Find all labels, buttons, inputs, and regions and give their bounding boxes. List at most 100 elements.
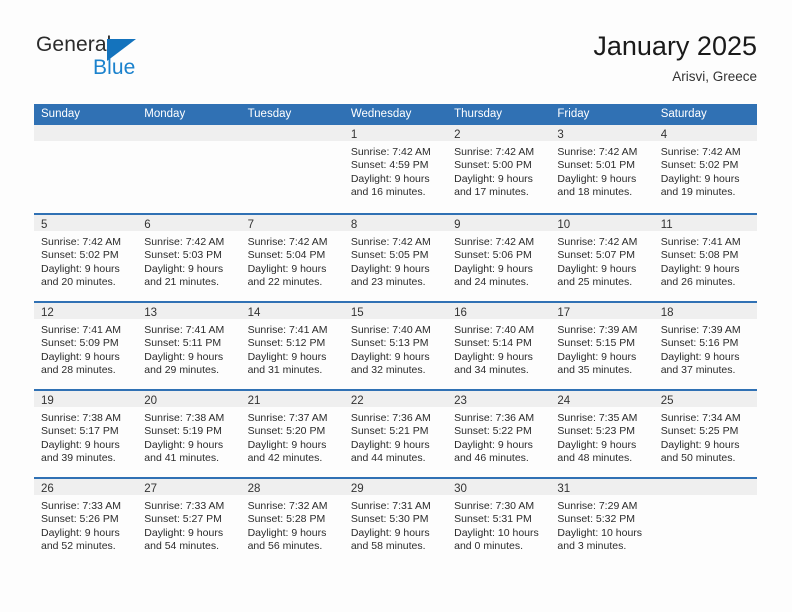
calendar-day-cell[interactable]: 10 Sunrise: 7:42 AM Sunset: 5:07 PM Dayligh… [550, 215, 654, 301]
calendar-day-cell-empty [137, 125, 241, 213]
calendar-day-cell[interactable]: 28 Sunrise: 7:32 AM Sunset: 5:28 PM Dayligh… [240, 479, 344, 565]
day-number-band: 17 [550, 303, 654, 319]
calendar-day-cell[interactable]: 13 Sunrise: 7:41 AM Sunset: 5:11 PM Dayligh… [137, 303, 241, 389]
day-details: Sunrise: 7:30 AM Sunset: 5:31 PM Daylight:… [447, 495, 550, 554]
day-number-band: 29 [343, 479, 448, 495]
page-subtitle-location: Arisvi, Greece [672, 69, 757, 84]
day-number: 11 [660, 219, 673, 231]
calendar-day-cell[interactable]: 20 Sunrise: 7:38 AM Sunset: 5:19 PM Dayligh… [137, 391, 241, 477]
day-number-band: 13 [137, 303, 241, 319]
calendar-day-cell[interactable]: 30 Sunrise: 7:30 AM Sunset: 5:31 PM Dayligh… [447, 479, 551, 565]
calendar-day-cell[interactable]: 5 Sunrise: 7:42 AM Sunset: 5:02 PM Daylight… [34, 215, 138, 301]
daylight-text: Daylight: 9 hours [454, 438, 533, 451]
sunset-text: Sunset: 5:15 PM [557, 337, 636, 350]
sunset-text: Sunset: 5:16 PM [660, 337, 739, 350]
sunrise-text: Sunrise: 7:33 AM [144, 500, 225, 512]
calendar-day-cell[interactable]: 15 Sunrise: 7:40 AM Sunset: 5:13 PM Dayligh… [343, 303, 448, 389]
calendar-day-cell[interactable]: 24 Sunrise: 7:35 AM Sunset: 5:23 PM Dayligh… [550, 391, 654, 477]
sunrise-text: Sunrise: 7:42 AM [41, 236, 121, 248]
day-details: Sunrise: 7:42 AM Sunset: 4:59 PM Daylight:… [344, 141, 447, 200]
sunrise-text: Sunrise: 7:31 AM [350, 500, 431, 512]
daylight-minutes-text: and 20 minutes. [41, 276, 116, 289]
day-number-band: 18 [653, 303, 757, 319]
calendar-day-cell[interactable]: 8 Sunrise: 7:42 AM Sunset: 5:05 PM Daylight… [343, 215, 448, 301]
sunrise-text: Sunrise: 7:42 AM [144, 236, 225, 248]
calendar-day-cell[interactable]: 12 Sunrise: 7:41 AM Sunset: 5:09 PM Dayligh… [34, 303, 138, 389]
day-number-band: 28 [240, 479, 344, 495]
calendar-day-cell[interactable]: 19 Sunrise: 7:38 AM Sunset: 5:17 PM Dayligh… [34, 391, 138, 477]
day-number: 5 [41, 219, 48, 231]
sunset-text: Sunset: 5:06 PM [454, 249, 532, 262]
sunset-text: Sunset: 5:31 PM [454, 513, 532, 526]
day-number-band: 5 [34, 215, 138, 231]
calendar-day-cell[interactable]: 9 Sunrise: 7:42 AM Sunset: 5:06 PM Daylight… [447, 215, 551, 301]
day-details: Sunrise: 7:42 AM Sunset: 5:05 PM Daylight:… [344, 231, 447, 290]
calendar-day-cell[interactable]: 3 Sunrise: 7:42 AM Sunset: 5:01 PM Daylight… [550, 125, 654, 213]
day-number: 19 [41, 395, 54, 407]
sunrise-text: Sunrise: 7:38 AM [41, 412, 121, 424]
day-number: 7 [247, 219, 254, 231]
daylight-text: Daylight: 9 hours [144, 262, 224, 275]
day-number-band: 11 [653, 215, 757, 231]
calendar-day-cell[interactable]: 16 Sunrise: 7:40 AM Sunset: 5:14 PM Dayligh… [447, 303, 551, 389]
daylight-minutes-text: and 19 minutes. [660, 186, 736, 199]
calendar-day-cell[interactable]: 6 Sunrise: 7:42 AM Sunset: 5:03 PM Daylight… [137, 215, 241, 301]
daylight-minutes-text: and 17 minutes. [454, 186, 529, 199]
logo-text-blue: Blue [93, 56, 136, 79]
day-number: 30 [454, 483, 467, 495]
general-blue-logo[interactable]: General Blue [34, 30, 254, 90]
sunrise-text: Sunrise: 7:42 AM [557, 236, 638, 248]
daylight-text: Daylight: 9 hours [41, 262, 120, 275]
calendar-day-cell[interactable]: 22 Sunrise: 7:36 AM Sunset: 5:21 PM Dayligh… [343, 391, 448, 477]
calendar-day-cell[interactable]: 31 Sunrise: 7:29 AM Sunset: 5:32 PM Dayligh… [550, 479, 654, 565]
daylight-minutes-text: and 32 minutes. [350, 364, 426, 377]
sunrise-text: Sunrise: 7:42 AM [454, 236, 535, 248]
daylight-minutes-text: and 21 minutes. [144, 276, 219, 289]
day-details: Sunrise: 7:38 AM Sunset: 5:19 PM Daylight:… [137, 407, 240, 466]
daylight-text: Daylight: 9 hours [557, 438, 637, 451]
daylight-minutes-text: and 18 minutes. [557, 186, 633, 199]
day-number: 31 [557, 483, 571, 495]
sunrise-text: Sunrise: 7:41 AM [144, 324, 225, 336]
calendar-day-cell[interactable]: 26 Sunrise: 7:33 AM Sunset: 5:26 PM Dayligh… [34, 479, 138, 565]
weekday-header-tuesday: Tuesday [247, 108, 292, 120]
daylight-minutes-text: and 52 minutes. [41, 540, 116, 553]
calendar-day-cell[interactable]: 25 Sunrise: 7:34 AM Sunset: 5:25 PM Dayligh… [653, 391, 757, 477]
daylight-minutes-text: and 56 minutes. [247, 540, 323, 553]
day-details [34, 141, 137, 146]
calendar-day-cell[interactable]: 21 Sunrise: 7:37 AM Sunset: 5:20 PM Dayligh… [240, 391, 344, 477]
calendar-day-cell[interactable]: 23 Sunrise: 7:36 AM Sunset: 5:22 PM Dayligh… [447, 391, 551, 477]
calendar-day-cell[interactable]: 29 Sunrise: 7:31 AM Sunset: 5:30 PM Dayligh… [343, 479, 448, 565]
daylight-minutes-text: and 54 minutes. [144, 540, 219, 553]
day-number-band: 25 [653, 391, 757, 407]
sunrise-text: Sunrise: 7:42 AM [454, 146, 535, 158]
sunset-text: Sunset: 5:26 PM [41, 513, 119, 526]
day-details: Sunrise: 7:38 AM Sunset: 5:17 PM Daylight:… [34, 407, 137, 466]
daylight-text: Daylight: 9 hours [454, 172, 533, 185]
day-details: Sunrise: 7:40 AM Sunset: 5:13 PM Daylight:… [344, 319, 447, 378]
calendar-weeks: 1 Sunrise: 7:42 AM Sunset: 4:59 PM Daylight… [34, 125, 757, 565]
calendar-day-cell[interactable]: 7 Sunrise: 7:42 AM Sunset: 5:04 PM Daylight… [240, 215, 344, 301]
calendar-day-cell[interactable]: 18 Sunrise: 7:39 AM Sunset: 5:16 PM Dayligh… [653, 303, 757, 389]
daylight-text: Daylight: 10 hours [557, 526, 643, 539]
calendar-day-cell[interactable]: 17 Sunrise: 7:39 AM Sunset: 5:15 PM Dayligh… [550, 303, 654, 389]
sunset-text: Sunset: 5:19 PM [144, 425, 222, 438]
daylight-minutes-text: and 39 minutes. [41, 452, 116, 465]
calendar-day-cell[interactable]: 2 Sunrise: 7:42 AM Sunset: 5:00 PM Daylight… [447, 125, 551, 213]
sunset-text: Sunset: 5:27 PM [144, 513, 222, 526]
calendar-day-cell[interactable]: 27 Sunrise: 7:33 AM Sunset: 5:27 PM Dayligh… [137, 479, 241, 565]
daylight-text: Daylight: 9 hours [41, 438, 120, 451]
day-number-band: 22 [343, 391, 448, 407]
calendar-day-cell[interactable]: 11 Sunrise: 7:41 AM Sunset: 5:08 PM Dayligh… [653, 215, 757, 301]
calendar-day-cell[interactable]: 4 Sunrise: 7:42 AM Sunset: 5:02 PM Daylight… [653, 125, 757, 213]
daylight-text: Daylight: 9 hours [557, 350, 637, 363]
day-number-band [34, 125, 138, 141]
day-details: Sunrise: 7:31 AM Sunset: 5:30 PM Daylight:… [344, 495, 447, 554]
sunrise-text: Sunrise: 7:33 AM [41, 500, 121, 512]
sunset-text: Sunset: 5:11 PM [144, 337, 222, 350]
daylight-text: Daylight: 9 hours [144, 438, 224, 451]
calendar-day-cell[interactable]: 1 Sunrise: 7:42 AM Sunset: 4:59 PM Daylight… [343, 125, 448, 213]
calendar-day-cell[interactable]: 14 Sunrise: 7:41 AM Sunset: 5:12 PM Dayligh… [240, 303, 344, 389]
day-details: Sunrise: 7:37 AM Sunset: 5:20 PM Daylight:… [241, 407, 344, 466]
sunrise-text: Sunrise: 7:36 AM [454, 412, 535, 424]
